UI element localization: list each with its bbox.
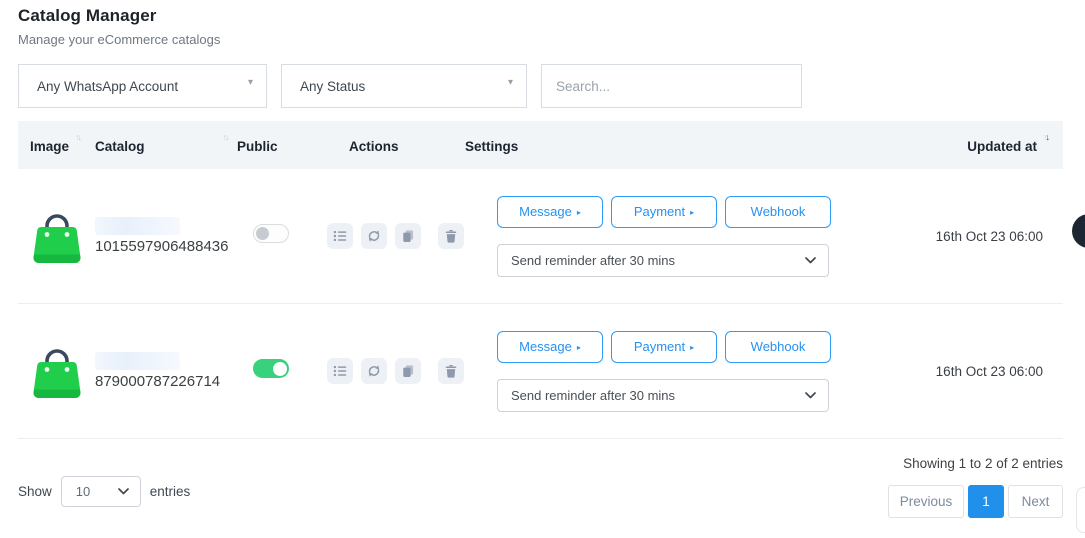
catalog-name-redacted: [95, 217, 180, 235]
page-subtitle: Manage your eCommerce catalogs: [18, 32, 1063, 47]
sync-icon: [367, 229, 381, 243]
actions-cell: [327, 358, 465, 384]
delete-button[interactable]: [438, 358, 464, 384]
message-button[interactable]: Message ▸: [497, 331, 603, 363]
payment-button[interactable]: Payment ▸: [611, 196, 717, 228]
sort-icon[interactable]: ↑↓: [223, 133, 229, 142]
column-header-actions: Actions: [327, 137, 465, 154]
settings-cell: Message ▸ Payment ▸ Webhook Send reminde…: [465, 331, 850, 412]
public-toggle[interactable]: [253, 359, 289, 378]
entries-label: entries: [150, 484, 191, 499]
catalog-cell: 879000787226714: [95, 352, 237, 390]
updated-at-value: 16th Oct 23 06:00: [850, 229, 1065, 244]
next-page-button[interactable]: Next: [1008, 485, 1063, 518]
public-cell: [237, 224, 327, 248]
toggle-knob: [256, 227, 269, 240]
shopping-bag-icon: [32, 342, 82, 400]
catalog-table: Image ↑↓ Catalog ↑↓ Public Actions Setti…: [18, 121, 1063, 518]
webhook-button[interactable]: Webhook: [725, 331, 831, 363]
catalog-id: 1015597906488436: [95, 238, 237, 255]
pagination: Previous 1 Next: [888, 485, 1063, 518]
catalog-manager-page: Catalog Manager Manage your eCommerce ca…: [0, 0, 1085, 518]
catalog-cell: 1015597906488436: [95, 217, 237, 255]
reminder-select-value: Send reminder after 30 mins: [511, 253, 675, 268]
webhook-button[interactable]: Webhook: [725, 196, 831, 228]
submenu-caret-icon: ▸: [690, 343, 694, 352]
delete-button[interactable]: [438, 223, 464, 249]
column-header-catalog[interactable]: Catalog ↑↓: [95, 137, 237, 154]
showing-entries-text: Showing 1 to 2 of 2 entries: [903, 456, 1063, 471]
dropdown-caret-icon: ▾: [508, 77, 513, 88]
page-size-value: 10: [76, 484, 90, 499]
table-header-row: Image ↑↓ Catalog ↑↓ Public Actions Setti…: [18, 121, 1063, 169]
column-header-image[interactable]: Image ↑↓: [18, 137, 95, 154]
search-input[interactable]: [541, 64, 802, 108]
page-title: Catalog Manager: [18, 6, 1063, 26]
reminder-select[interactable]: Send reminder after 30 mins: [497, 244, 829, 277]
show-label: Show: [18, 484, 52, 499]
sync-button[interactable]: [361, 223, 387, 249]
submenu-caret-icon: ▸: [577, 208, 581, 217]
public-toggle[interactable]: [253, 224, 289, 243]
product-list-button[interactable]: [327, 358, 353, 384]
updated-at-value: 16th Oct 23 06:00: [850, 364, 1065, 379]
column-header-public: Public: [237, 137, 327, 154]
copy-icon: [401, 364, 415, 378]
product-list-button[interactable]: [327, 223, 353, 249]
trash-icon: [444, 229, 458, 243]
message-button[interactable]: Message ▸: [497, 196, 603, 228]
catalog-image-cell: [18, 207, 95, 265]
toggle-knob: [273, 362, 287, 376]
catalog-name-redacted: [95, 352, 180, 370]
sync-icon: [367, 364, 381, 378]
copy-icon: [401, 229, 415, 243]
page-1-button[interactable]: 1: [968, 485, 1004, 518]
settings-cell: Message ▸ Payment ▸ Webhook Send reminde…: [465, 196, 850, 277]
trash-icon: [444, 364, 458, 378]
submenu-caret-icon: ▸: [577, 343, 581, 352]
column-header-updated-at[interactable]: Updated at ↑↓: [848, 137, 1063, 154]
catalog-id: 879000787226714: [95, 373, 237, 390]
dropdown-caret-icon: ▾: [248, 77, 253, 88]
sort-icon[interactable]: ↑↓: [75, 133, 81, 142]
table-footer: Show 10 entries Showing 1 to 2 of 2 entr…: [18, 456, 1063, 518]
shopping-bag-icon: [32, 207, 82, 265]
actions-cell: [327, 223, 465, 249]
sync-button[interactable]: [361, 358, 387, 384]
duplicate-button[interactable]: [395, 358, 421, 384]
whatsapp-account-dropdown-value: Any WhatsApp Account: [37, 79, 178, 94]
page-size-control: Show 10 entries: [18, 465, 190, 518]
table-row: 879000787226714 Message ▸ Payment: [18, 304, 1063, 439]
chevron-down-icon: [805, 392, 816, 399]
list-icon: [333, 229, 347, 243]
chevron-down-icon: [118, 488, 129, 495]
reminder-select-value: Send reminder after 30 mins: [511, 388, 675, 403]
table-row: 1015597906488436 Message ▸ Payment: [18, 169, 1063, 304]
duplicate-button[interactable]: [395, 223, 421, 249]
filter-bar: Any WhatsApp Account ▾ Any Status ▾: [18, 64, 1063, 108]
column-header-settings: Settings: [465, 137, 848, 154]
submenu-caret-icon: ▸: [690, 208, 694, 217]
whatsapp-account-dropdown[interactable]: Any WhatsApp Account ▾: [18, 64, 267, 108]
edge-partial-panel: [1076, 487, 1085, 533]
page-size-select[interactable]: 10: [61, 476, 141, 507]
sort-icon[interactable]: ↑↓: [1043, 133, 1049, 142]
payment-button[interactable]: Payment ▸: [611, 331, 717, 363]
catalog-image-cell: [18, 342, 95, 400]
status-dropdown[interactable]: Any Status ▾: [281, 64, 527, 108]
public-cell: [237, 359, 327, 383]
status-dropdown-value: Any Status: [300, 79, 365, 94]
previous-page-button[interactable]: Previous: [888, 485, 964, 518]
reminder-select[interactable]: Send reminder after 30 mins: [497, 379, 829, 412]
chevron-down-icon: [805, 257, 816, 264]
list-icon: [333, 364, 347, 378]
